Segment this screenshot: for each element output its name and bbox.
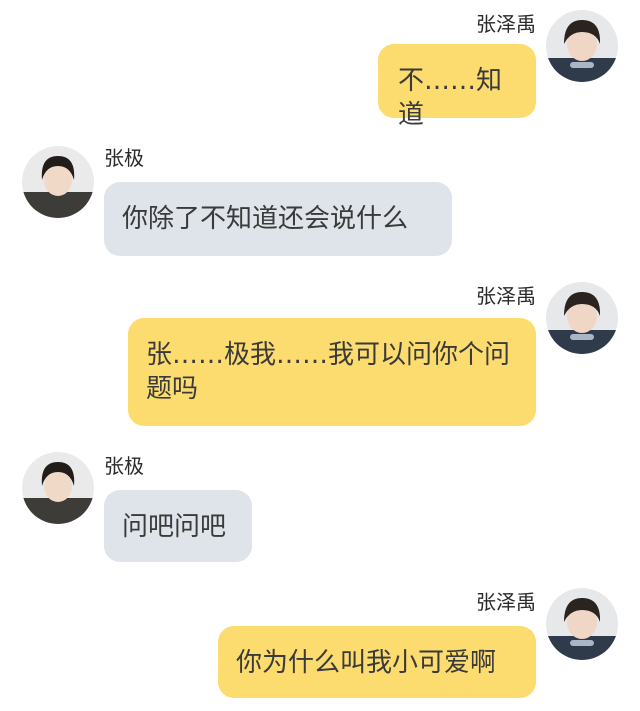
avatar-icon[interactable] — [22, 452, 94, 524]
sender-name: 张泽禹 — [476, 12, 536, 36]
avatar-icon[interactable] — [22, 146, 94, 218]
sender-name: 张极 — [104, 146, 144, 170]
sender-name: 张泽禹 — [476, 284, 536, 308]
sender-name: 张极 — [104, 454, 144, 478]
chat-screen: { "messages": [ {"sender": "张泽禹", "side"… — [0, 0, 640, 711]
message-bubble[interactable]: 你除了不知道还会说什么 — [104, 182, 452, 256]
message-bubble[interactable]: 张……极我……我可以问你个问题吗 — [128, 318, 536, 426]
message-bubble[interactable]: 不……知道 — [378, 44, 536, 130]
avatar-icon[interactable] — [546, 282, 618, 354]
avatar-icon[interactable] — [546, 10, 618, 82]
message-bubble[interactable]: 你为什么叫我小可爱啊 — [218, 626, 536, 698]
message-bubble[interactable]: 问吧问吧 — [104, 490, 252, 562]
avatar-icon[interactable] — [546, 588, 618, 660]
sender-name: 张泽禹 — [476, 590, 536, 614]
